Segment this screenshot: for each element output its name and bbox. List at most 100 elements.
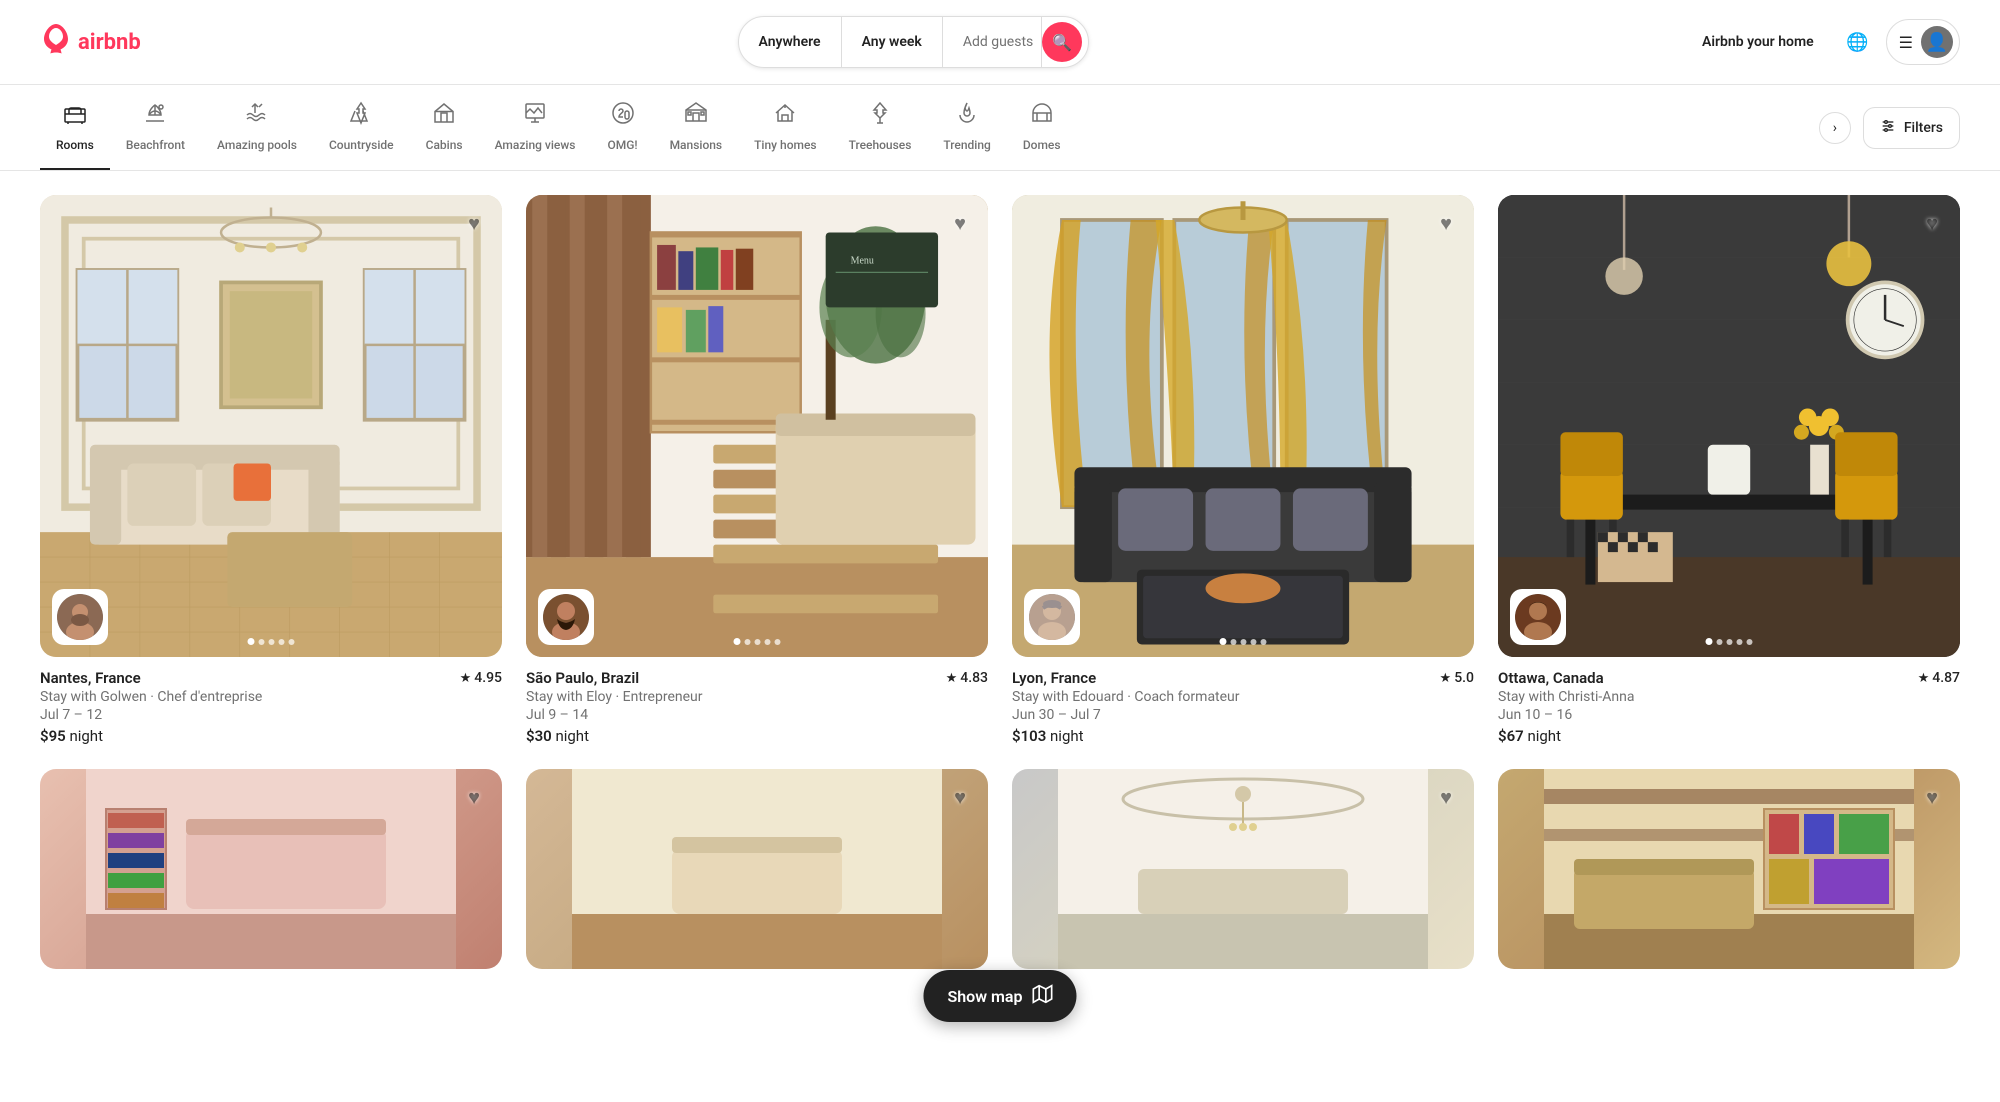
- listing-price: $67 night: [1498, 727, 1960, 745]
- listing-price: $30 night: [526, 727, 988, 745]
- show-map-label: Show map: [947, 987, 1022, 1006]
- rooms-label: Rooms: [56, 138, 94, 152]
- listing-price: $103 night: [1012, 727, 1474, 745]
- mansions-icon: [684, 101, 708, 130]
- search-week[interactable]: Any week: [842, 17, 943, 67]
- category-item-countryside[interactable]: Countryside: [313, 101, 410, 170]
- star-icon: ★: [1918, 671, 1930, 686]
- category-item-amazing-views[interactable]: Amazing views: [479, 101, 592, 170]
- category-item-beachfront[interactable]: Beachfront: [110, 101, 201, 170]
- host-photo: [1029, 594, 1075, 640]
- airbnb-logo-icon: [40, 23, 72, 62]
- listing-title-row: Nantes, France ★ 4.95: [40, 669, 502, 687]
- globe-icon: 🌐: [1846, 32, 1868, 53]
- listing-subtitle: Stay with Edouard · Coach formateur: [1012, 689, 1474, 705]
- category-item-omg[interactable]: OMG!: [591, 101, 653, 170]
- dots-saopaulo: [734, 638, 781, 645]
- globe-button[interactable]: 🌐: [1838, 22, 1878, 62]
- partial-image-4: ♥: [1498, 769, 1960, 969]
- listing-info-ottawa: Ottawa, Canada ★ 4.87 Stay with Christi-…: [1498, 669, 1960, 745]
- mansions-label: Mansions: [670, 138, 723, 152]
- partial-image-2: ♥: [526, 769, 988, 969]
- countryside-icon: [349, 101, 373, 130]
- search-guests[interactable]: Add guests: [943, 17, 1042, 67]
- category-item-mansions[interactable]: Mansions: [654, 101, 739, 170]
- heart-button-lyon[interactable]: ♥: [1430, 207, 1462, 239]
- listing-info-saopaulo: São Paulo, Brazil ★ 4.83 Stay with Eloy …: [526, 669, 988, 745]
- user-menu[interactable]: ☰ 👤: [1886, 19, 1960, 65]
- listing-title-row: Ottawa, Canada ★ 4.87: [1498, 669, 1960, 687]
- filters-button[interactable]: Filters: [1863, 107, 1960, 149]
- category-item-tiny-homes[interactable]: Tiny homes: [738, 101, 832, 170]
- partial-image-3: ♥: [1012, 769, 1474, 969]
- category-item-domes[interactable]: Domes: [1007, 101, 1077, 170]
- listing-price: $95 night: [40, 727, 502, 745]
- category-item-trending[interactable]: Trending: [927, 101, 1006, 170]
- listing-dates: Jun 10 – 16: [1498, 707, 1960, 723]
- search-location[interactable]: Anywhere: [739, 17, 842, 67]
- listing-card-saopaulo[interactable]: Menu ♥: [526, 195, 988, 745]
- omg-icon: [611, 101, 635, 130]
- listing-card-nantes[interactable]: ♥: [40, 195, 502, 745]
- heart-icon: ♥: [1440, 785, 1452, 810]
- host-photo: [543, 594, 589, 640]
- category-item-amazing-pools[interactable]: Amazing pools: [201, 101, 313, 170]
- listings-container: ♥: [0, 171, 2000, 1005]
- listing-image-nantes: ♥: [40, 195, 502, 657]
- show-map-button[interactable]: Show map: [923, 970, 1076, 1022]
- countryside-label: Countryside: [329, 138, 394, 152]
- category-item-rooms[interactable]: Rooms: [40, 101, 110, 170]
- listing-rating: ★ 5.0: [1440, 670, 1474, 686]
- amazing-pools-icon: [245, 101, 269, 130]
- chevron-right-icon: ›: [1833, 120, 1837, 136]
- star-icon: ★: [460, 671, 472, 686]
- filters-label: Filters: [1904, 120, 1943, 136]
- host-photo: [57, 594, 103, 640]
- listing-dates: Jul 7 – 12: [40, 707, 502, 723]
- category-nav: Rooms Beachfront Amazing pools: [0, 85, 2000, 171]
- partial-card-3[interactable]: ♥: [1012, 769, 1474, 981]
- listing-rating: ★ 4.87: [1918, 670, 1960, 686]
- dots-lyon: [1220, 638, 1267, 645]
- dots-ottawa: [1706, 638, 1753, 645]
- category-item-treehouses[interactable]: Treehouses: [833, 101, 928, 170]
- listing-location: São Paulo, Brazil: [526, 669, 639, 687]
- search-button[interactable]: 🔍: [1042, 22, 1082, 62]
- rooms-icon: [63, 101, 87, 130]
- partial-listings-grid: ♥: [40, 769, 1960, 981]
- show-map-container: Show map: [923, 970, 1076, 1022]
- heart-button-partial-2[interactable]: ♥: [944, 781, 976, 813]
- filters-icon: [1880, 118, 1896, 138]
- tiny-homes-icon: [773, 101, 797, 130]
- heart-button-partial-3[interactable]: ♥: [1430, 781, 1462, 813]
- right-nav: Airbnb your home 🌐 ☰ 👤: [1686, 19, 1960, 65]
- search-bar[interactable]: Anywhere Any week Add guests 🔍: [738, 16, 1090, 68]
- logo-text: airbnb: [78, 30, 141, 55]
- listing-card-lyon[interactable]: ♥: [1012, 195, 1474, 745]
- heart-button-nantes[interactable]: ♥: [458, 207, 490, 239]
- listing-card-ottawa[interactable]: ♥: [1498, 195, 1960, 745]
- heart-button-ottawa[interactable]: ♥: [1916, 207, 1948, 239]
- listing-location: Nantes, France: [40, 669, 141, 687]
- heart-icon: ♥: [1440, 211, 1452, 236]
- listing-title-row: Lyon, France ★ 5.0: [1012, 669, 1474, 687]
- category-item-cabins[interactable]: Cabins: [410, 101, 479, 170]
- heart-icon: ♥: [1926, 211, 1938, 236]
- airbnb-home-button[interactable]: Airbnb your home: [1686, 22, 1830, 62]
- domes-icon: [1030, 101, 1054, 130]
- listing-image-ottawa: ♥: [1498, 195, 1960, 657]
- logo[interactable]: airbnb: [40, 23, 141, 62]
- heart-button-partial-1[interactable]: ♥: [458, 781, 490, 813]
- host-avatar-ottawa: [1510, 589, 1566, 645]
- partial-card-1[interactable]: ♥: [40, 769, 502, 981]
- heart-button-saopaulo[interactable]: ♥: [944, 207, 976, 239]
- listing-subtitle: Stay with Eloy · Entrepreneur: [526, 689, 988, 705]
- star-icon: ★: [1440, 671, 1452, 686]
- nav-arrow-button[interactable]: ›: [1819, 112, 1851, 144]
- partial-card-2[interactable]: ♥: [526, 769, 988, 981]
- listing-rating: ★ 4.83: [946, 670, 988, 686]
- heart-button-partial-4[interactable]: ♥: [1916, 781, 1948, 813]
- listing-subtitle: Stay with Golwen · Chef d'entreprise: [40, 689, 502, 705]
- partial-card-4[interactable]: ♥: [1498, 769, 1960, 981]
- listing-rating: ★ 4.95: [460, 670, 502, 686]
